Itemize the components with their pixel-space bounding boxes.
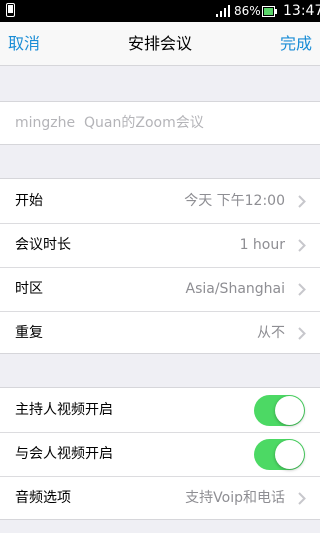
audio-options-label: 音频选项 — [15, 490, 71, 506]
meeting-topic-row — [0, 101, 320, 145]
start-time-value: 今天 下午12:00 — [184, 193, 285, 209]
host-video-row: 主持人视频开启 — [0, 388, 320, 432]
page-title: 安排会议 — [127, 34, 192, 53]
participant-video-toggle[interactable] — [254, 439, 305, 470]
repeat-value: 从不 — [257, 325, 285, 341]
duration-label: 会议时长 — [15, 237, 71, 253]
participant-video-row: 与会人视频开启 — [0, 432, 320, 476]
timezone-label: 时区 — [15, 281, 43, 297]
options-section: 主持人视频开启 与会人视频开启 音频选项 支持Voip和电话 — [0, 387, 320, 520]
chevron-right-icon — [298, 492, 306, 505]
chevron-right-icon — [298, 283, 306, 296]
start-time-label: 开始 — [15, 193, 43, 209]
timezone-value: Asia/Shanghai — [185, 281, 286, 297]
host-video-toggle[interactable] — [254, 395, 305, 426]
duration-value: 1 hour — [239, 237, 285, 253]
repeat-label: 重复 — [15, 325, 43, 341]
done-button[interactable]: 完成 — [280, 22, 312, 66]
navigation-bar: 取消 安排会议 完成 — [0, 22, 320, 66]
host-video-label: 主持人视频开启 — [15, 402, 113, 418]
repeat-row[interactable]: 重复 从不 — [0, 311, 320, 355]
start-time-row[interactable]: 开始 今天 下午12:00 — [0, 179, 320, 223]
chevron-right-icon — [298, 327, 306, 340]
toggle-knob — [275, 440, 304, 469]
battery-percent: 86% — [234, 4, 261, 18]
meeting-topic-input[interactable] — [0, 102, 320, 144]
participant-video-label: 与会人视频开启 — [15, 446, 113, 462]
chevron-right-icon — [298, 239, 306, 252]
audio-options-row[interactable]: 音频选项 支持Voip和电话 — [0, 476, 320, 520]
schedule-section: 开始 今天 下午12:00 会议时长 1 hour 时区 Asia/Shangh… — [0, 178, 320, 354]
chevron-right-icon — [298, 195, 306, 208]
signal-icon — [216, 5, 230, 17]
audio-options-value: 支持Voip和电话 — [185, 490, 285, 506]
cancel-button[interactable]: 取消 — [8, 22, 40, 66]
duration-row[interactable]: 会议时长 1 hour — [0, 223, 320, 267]
status-bar: 86% 13:47 — [0, 0, 320, 22]
status-time: 13:47 — [283, 3, 320, 19]
timezone-row[interactable]: 时区 Asia/Shanghai — [0, 267, 320, 311]
battery-icon — [262, 6, 277, 17]
phone-icon — [6, 3, 15, 17]
toggle-knob — [275, 396, 304, 425]
